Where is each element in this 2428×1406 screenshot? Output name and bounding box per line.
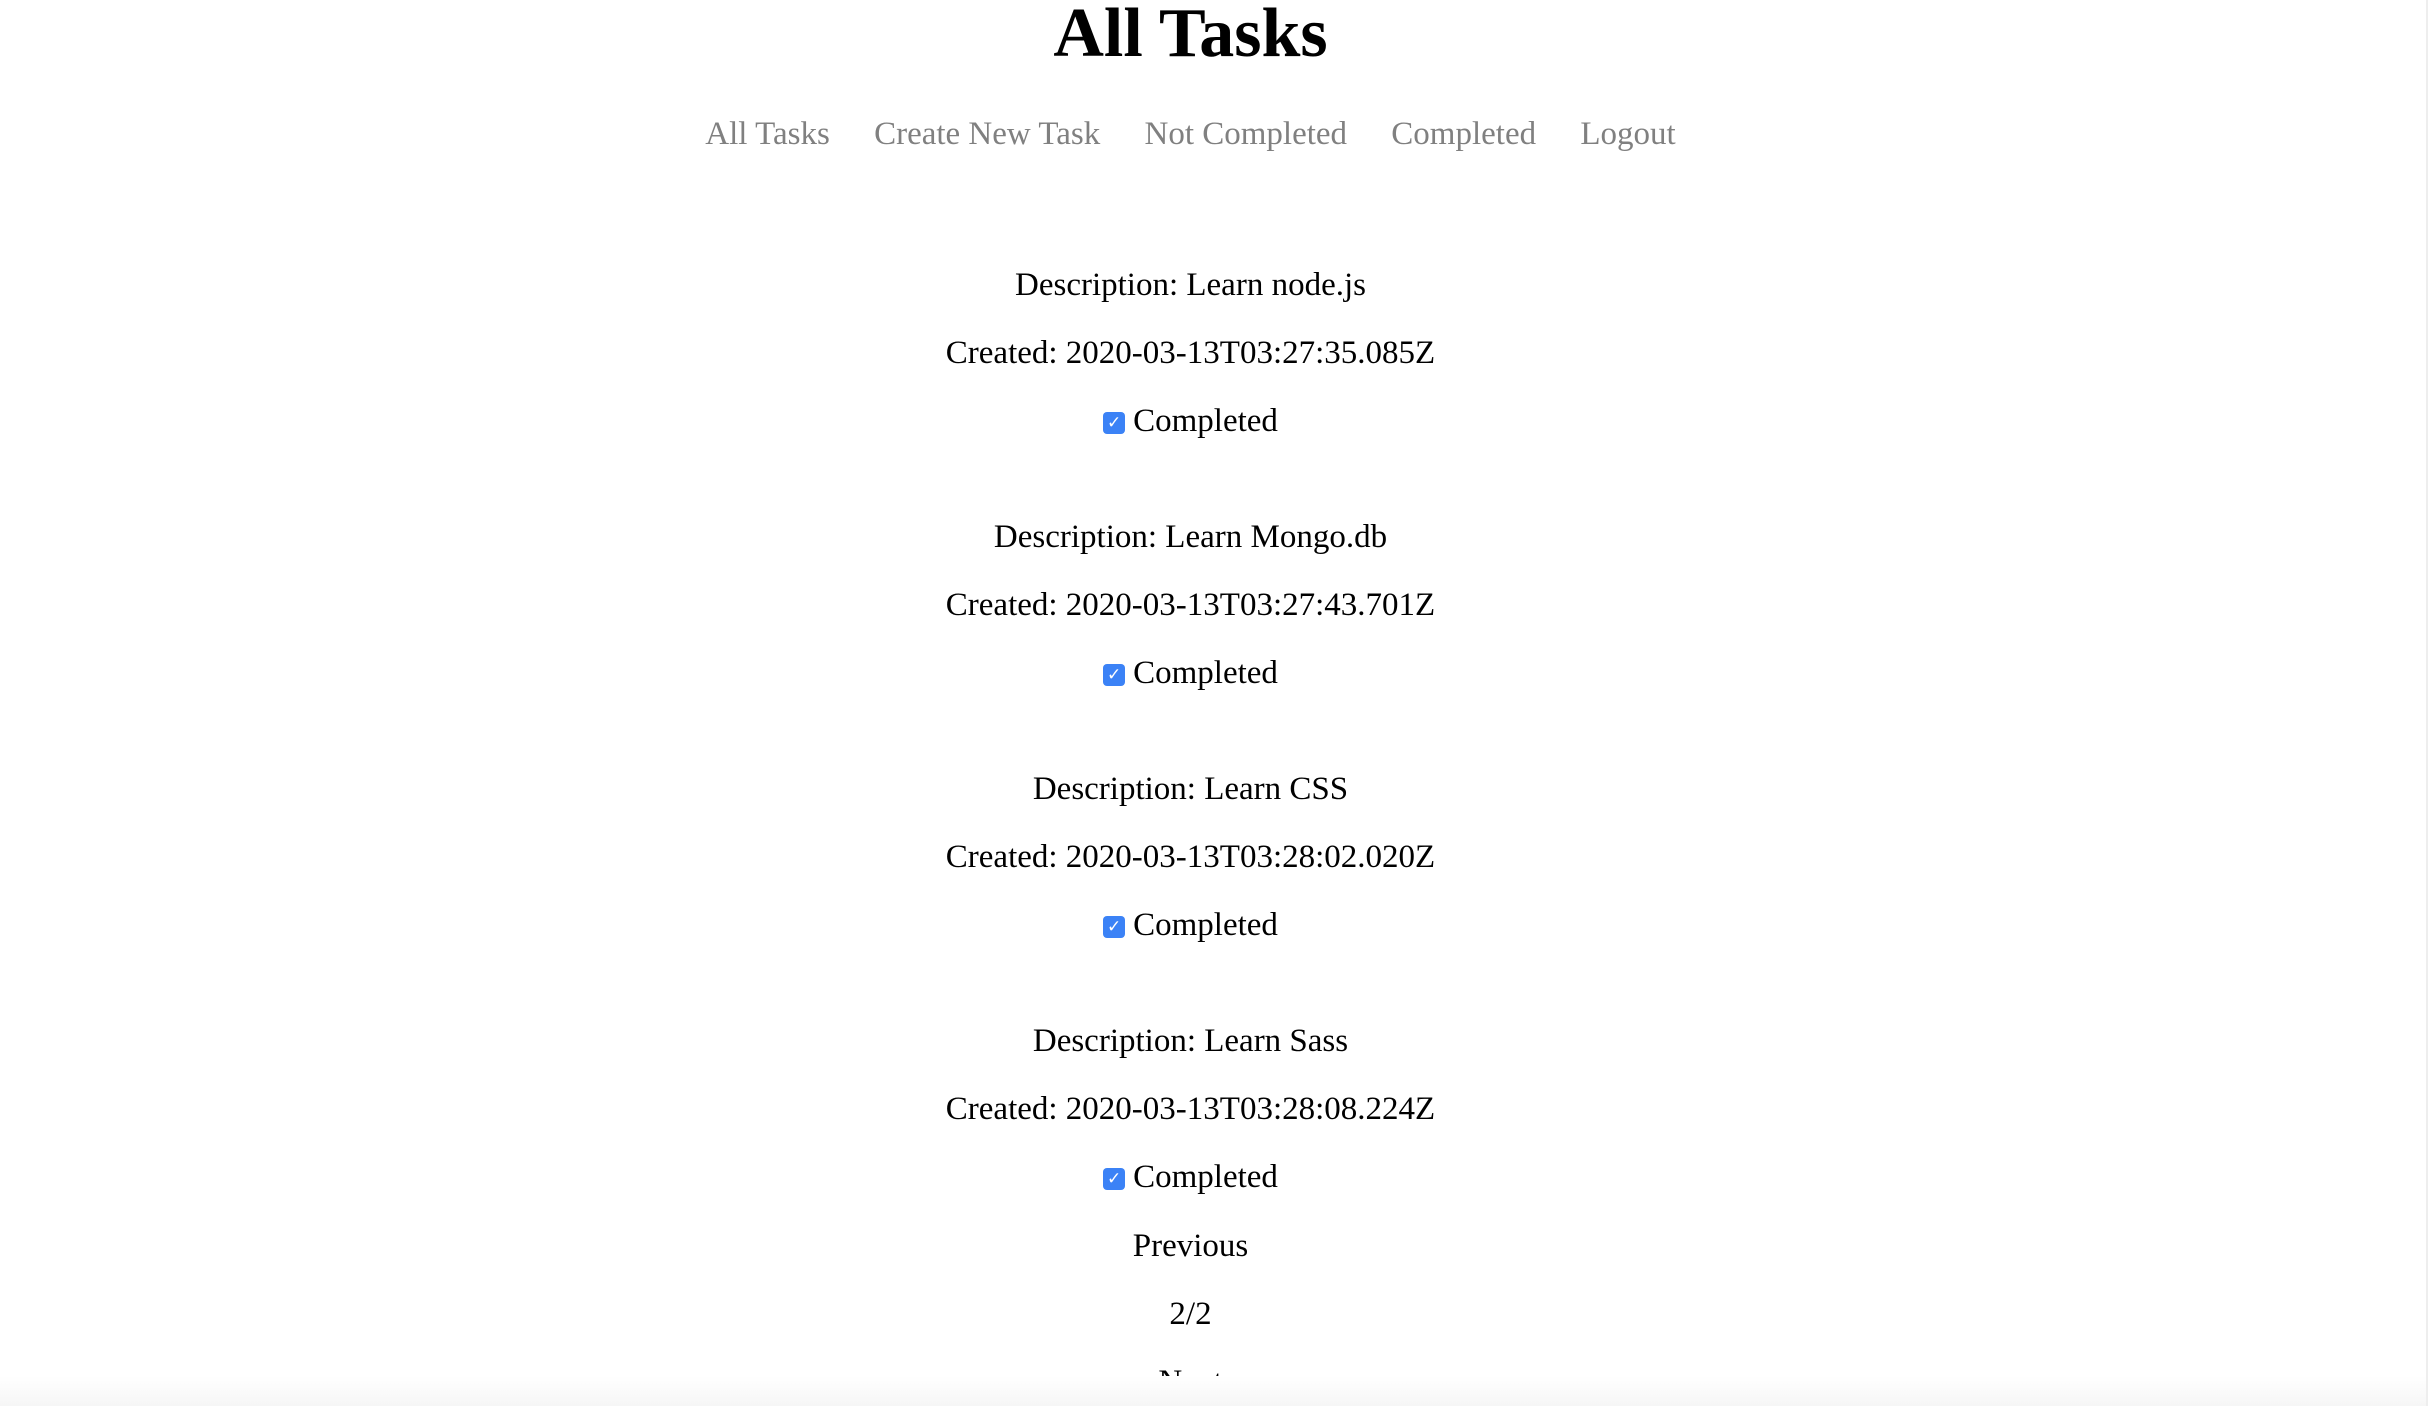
- nav-link-all-tasks[interactable]: All Tasks: [705, 116, 830, 152]
- completed-label: Completed: [1133, 907, 1278, 943]
- completed-checkbox[interactable]: ✓: [1103, 664, 1126, 686]
- task-description: Description: Learn CSS: [1032, 771, 1349, 807]
- task-created: Created: 2020-03-13T03:28:08.224Z: [945, 1091, 1436, 1127]
- page-indicator: 2/2: [1169, 1296, 1212, 1332]
- task-description: Description: Learn Sass: [1032, 1023, 1349, 1059]
- nav-bar: All Tasks Create New Task Not Completed …: [0, 112, 2381, 156]
- completed-label: Completed: [1133, 403, 1278, 439]
- task-created: Created: 2020-03-13T03:27:43.701Z: [945, 587, 1436, 623]
- task-description: Description: Learn Mongo.db: [993, 519, 1388, 555]
- completed-label: Completed: [1133, 1159, 1278, 1195]
- completed-checkbox[interactable]: ✓: [1103, 916, 1126, 938]
- completed-checkbox[interactable]: ✓: [1103, 412, 1126, 434]
- task-description: Description: Learn node.js: [1015, 267, 1366, 303]
- nav-link-create-new-task[interactable]: Create New Task: [874, 116, 1100, 152]
- page: All Tasks All Tasks Create New Task Not …: [0, 0, 2428, 1406]
- nav-link-not-completed[interactable]: Not Completed: [1144, 116, 1347, 152]
- task-created: Created: 2020-03-13T03:27:35.085Z: [945, 335, 1436, 371]
- task-completed-row: ✓ Completed: [0, 401, 2381, 441]
- completed-label: Completed: [1133, 655, 1278, 691]
- task-completed-row: ✓ Completed: [0, 1157, 2381, 1197]
- bottom-fade: [0, 1376, 2428, 1406]
- task-completed-row: ✓ Completed: [0, 905, 2381, 945]
- task-completed-row: ✓ Completed: [0, 653, 2381, 693]
- task-created: Created: 2020-03-13T03:28:02.020Z: [945, 839, 1436, 875]
- previous-link[interactable]: Previous: [0, 1226, 2381, 1266]
- nav-link-completed[interactable]: Completed: [1391, 116, 1536, 152]
- nav-link-logout[interactable]: Logout: [1580, 116, 1675, 152]
- completed-checkbox[interactable]: ✓: [1103, 1168, 1126, 1190]
- page-title: All Tasks: [1053, 0, 1328, 72]
